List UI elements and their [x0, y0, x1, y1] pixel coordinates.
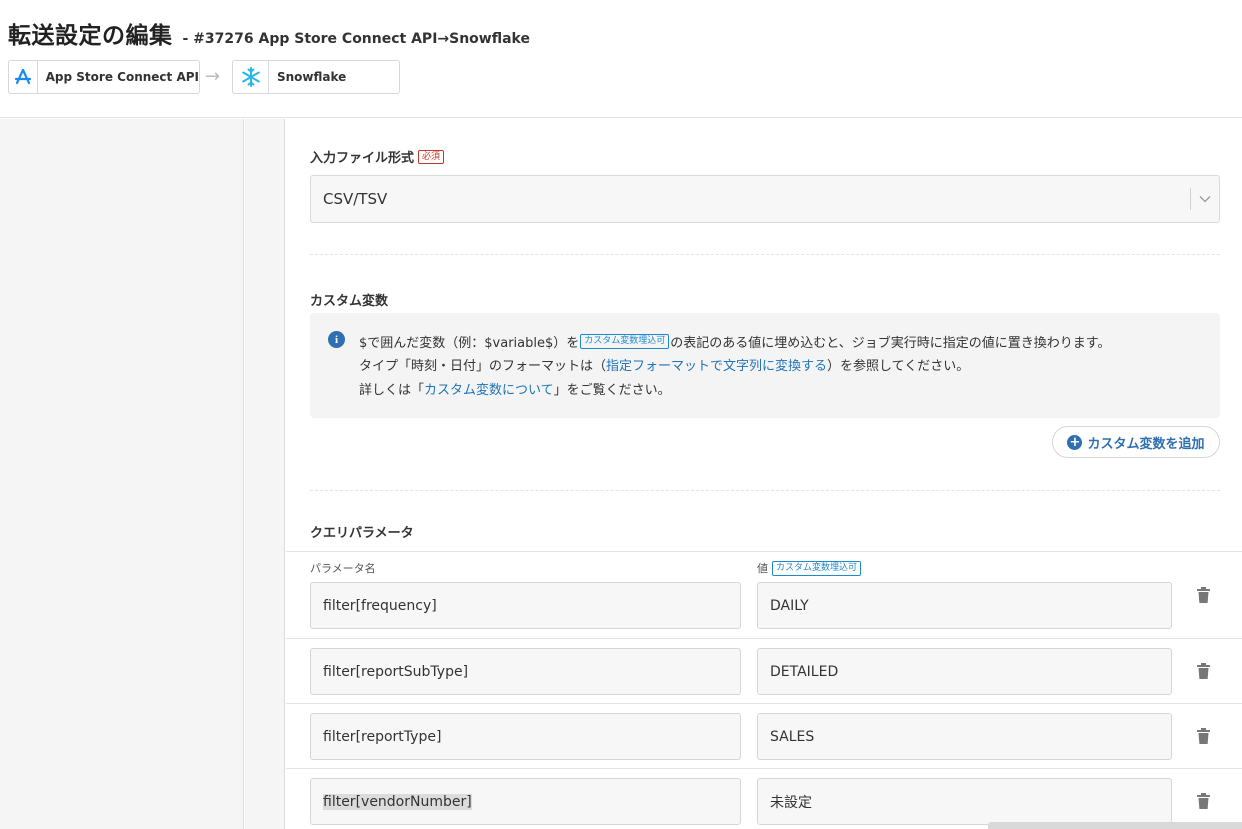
- param-name-input[interactable]: filter[reportType]: [310, 713, 741, 760]
- custom-variables-help-link[interactable]: カスタム変数について: [424, 379, 554, 398]
- info-line-1-suffix: の表記のある値に埋め込むと、ジョブ実行時に指定の値に置き換わります。: [670, 336, 1111, 351]
- selected-text: filter[vendorNumber]: [323, 793, 472, 810]
- required-badge: 必須: [418, 149, 445, 164]
- page-title: 転送設定の編集: [8, 23, 173, 49]
- input-format-label: 入力ファイル形式 必須: [310, 147, 445, 166]
- page-header: 転送設定の編集 - #37276 App Store Connect API→S…: [0, 0, 1242, 118]
- format-conversion-link[interactable]: 指定フォーマットで文字列に変換する: [606, 355, 827, 374]
- snowflake-icon: [233, 61, 269, 93]
- settings-form: 入力ファイル形式 必須 CSV/TSV カスタム変数 i $で囲んだ変数（例：$…: [286, 119, 1242, 829]
- trash-icon[interactable]: [1196, 792, 1210, 810]
- section-divider: [310, 490, 1220, 491]
- param-value-input[interactable]: SALES: [757, 713, 1172, 760]
- param-value-input[interactable]: DAILY: [757, 582, 1172, 629]
- param-header-divider: [286, 551, 1242, 552]
- trash-icon[interactable]: [1196, 586, 1210, 604]
- param-row: filter[frequency] DAILY: [286, 573, 1242, 638]
- custom-variables-label: カスタム変数: [310, 294, 389, 309]
- section-divider: [310, 254, 1220, 255]
- sidebar-gutter: [245, 119, 285, 829]
- param-value-input[interactable]: 未設定: [757, 778, 1172, 825]
- destination-connector: Snowflake: [232, 60, 400, 94]
- destination-connector-label: Snowflake: [277, 70, 347, 84]
- connector-arrow-icon: →: [205, 66, 221, 87]
- param-row: filter[reportSubType] DETAILED: [286, 638, 1242, 703]
- info-line-3-prefix: 詳しくは「: [359, 383, 425, 398]
- info-line-1-prefix: $で囲んだ変数（例：$variable$）を: [359, 336, 580, 351]
- custom-variables-info: i $で囲んだ変数（例：$variable$）を カスタム変数埋込可 の表記のあ…: [310, 313, 1220, 418]
- plus-circle-icon: +: [1067, 434, 1083, 450]
- param-row: filter[vendorNumber] 未設定: [286, 768, 1242, 829]
- page-subtitle: - #37276 App Store Connect API→Snowflake: [182, 31, 531, 47]
- info-line-3: 詳しくは「 カスタム変数について 」をご覧ください。: [359, 379, 671, 398]
- app-store-icon: [9, 61, 38, 93]
- param-value-input[interactable]: DETAILED: [757, 648, 1172, 695]
- source-connector-label: App Store Connect API: [45, 70, 199, 84]
- info-line-2-suffix: ）を参照してください。: [827, 359, 970, 374]
- input-format-label-text: 入力ファイル形式: [310, 151, 415, 166]
- info-line-1: $で囲んだ変数（例：$variable$）を カスタム変数埋込可 の表記のある値…: [359, 332, 1110, 351]
- input-format-value: CSV/TSV: [323, 190, 388, 208]
- info-line-2-prefix: タイプ「時刻・日付」のフォーマットは（: [359, 359, 607, 374]
- param-row: filter[reportType] SALES: [286, 703, 1242, 768]
- left-sidebar: [0, 119, 244, 829]
- trash-icon[interactable]: [1196, 727, 1210, 745]
- title-row: 転送設定の編集 - #37276 App Store Connect API→S…: [8, 16, 530, 50]
- info-line-3-suffix: 」をご覧ください。: [553, 383, 671, 398]
- info-line-2: タイプ「時刻・日付」のフォーマットは（ 指定フォーマットで文字列に変換する ）を…: [359, 355, 969, 374]
- query-params-label: クエリパラメータ: [310, 526, 414, 541]
- param-name-input[interactable]: filter[reportSubType]: [310, 648, 741, 695]
- param-name-input[interactable]: filter[vendorNumber]: [310, 778, 741, 825]
- custom-variable-badge: カスタム変数埋込可: [580, 334, 670, 349]
- add-custom-variable-button[interactable]: + カスタム変数を追加: [1052, 426, 1220, 458]
- chevron-down-icon[interactable]: [1191, 195, 1219, 203]
- add-custom-variable-label: カスタム変数を追加: [1087, 436, 1205, 452]
- input-format-select[interactable]: CSV/TSV: [310, 175, 1220, 223]
- source-connector: App Store Connect API: [8, 60, 200, 94]
- overlay-panel-edge: [988, 822, 1242, 829]
- param-name-input[interactable]: filter[frequency]: [310, 582, 741, 629]
- trash-icon[interactable]: [1196, 662, 1210, 680]
- info-icon: i: [328, 331, 345, 348]
